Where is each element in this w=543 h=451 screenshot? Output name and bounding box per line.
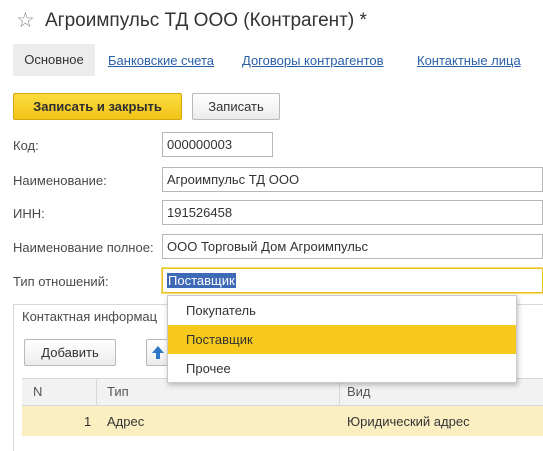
page-title: Агроимпульс ТД ООО (Контрагент) *: [45, 10, 367, 31]
full-name-label: Наименование полное:: [13, 240, 154, 255]
column-divider: [96, 378, 97, 406]
full-name-input[interactable]: ООО Торговый Дом Агроимпульс: [162, 234, 543, 259]
inn-label: ИНН:: [13, 206, 45, 221]
relation-type-value: Поставщик: [167, 273, 236, 288]
row-type: Адрес: [107, 414, 145, 429]
name-label: Наименование:: [13, 173, 107, 188]
code-label: Код:: [13, 138, 39, 153]
inn-input[interactable]: 191526458: [162, 200, 543, 225]
code-input[interactable]: 000000003: [162, 132, 273, 157]
tab-main[interactable]: Основное: [13, 44, 95, 76]
relation-type-label: Тип отношений:: [13, 274, 109, 289]
column-header-type: Тип: [107, 384, 129, 399]
save-button[interactable]: Записать: [192, 93, 280, 120]
name-input[interactable]: Агроимпульс ТД ООО: [162, 167, 543, 192]
tab-contracts[interactable]: Договоры контрагентов: [242, 53, 384, 68]
favorite-star-icon[interactable]: ☆: [16, 10, 35, 32]
tab-bank-accounts[interactable]: Банковские счета: [108, 53, 214, 68]
relation-type-select[interactable]: Поставщик: [162, 268, 543, 293]
dropdown-option-supplier[interactable]: Поставщик: [168, 325, 516, 354]
row-kind: Юридический адрес: [347, 414, 470, 429]
dropdown-option-buyer[interactable]: Покупатель: [168, 296, 516, 325]
column-header-kind: Вид: [347, 384, 371, 399]
arrow-up-icon: [152, 346, 164, 359]
tab-contact-persons[interactable]: Контактные лица: [417, 53, 521, 68]
column-header-n: N: [33, 384, 43, 399]
save-and-close-button[interactable]: Записать и закрыть: [13, 93, 182, 120]
contact-info-title: Контактная информац: [22, 309, 158, 324]
row-number: 1: [84, 414, 92, 429]
dropdown-option-other[interactable]: Прочее: [168, 354, 516, 383]
add-button[interactable]: Добавить: [24, 339, 116, 366]
